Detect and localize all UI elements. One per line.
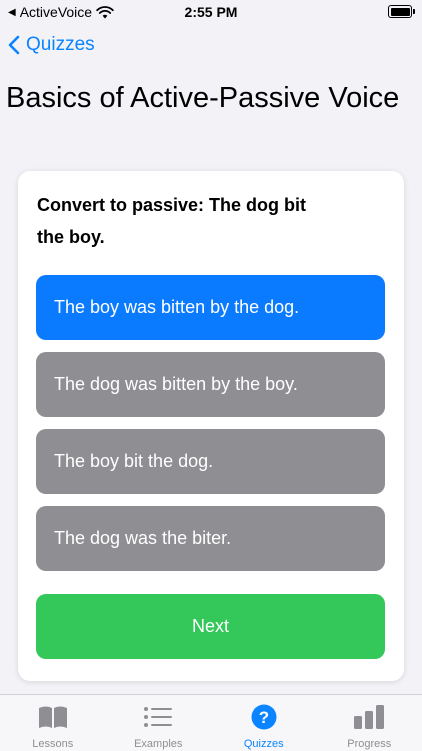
chevron-left-icon <box>8 35 20 55</box>
answer-option-label: The boy bit the dog. <box>54 451 213 472</box>
status-time: 2:55 PM <box>0 4 422 20</box>
question-circle-icon: ? <box>251 704 277 730</box>
next-button[interactable]: Next <box>36 594 385 659</box>
tab-examples[interactable]: Examples <box>106 695 212 751</box>
tab-label: Quizzes <box>244 738 284 750</box>
tab-lessons[interactable]: Lessons <box>0 695 106 751</box>
back-label: Quizzes <box>26 34 95 56</box>
answer-option-label: The dog was bitten by the boy. <box>54 374 298 395</box>
svg-text:?: ? <box>259 708 269 727</box>
tab-label: Examples <box>134 738 182 750</box>
status-bar: ◀ ActiveVoice 2:55 PM <box>0 0 422 24</box>
tab-quizzes[interactable]: ? Quizzes <box>211 695 317 751</box>
list-icon <box>143 706 173 728</box>
answer-option-label: The dog was the biter. <box>54 528 231 549</box>
tab-label: Progress <box>347 738 391 750</box>
answer-option-1[interactable]: The boy was bitten by the dog. <box>36 275 385 340</box>
page-title: Basics of Active-Passive Voice <box>6 82 399 115</box>
answer-option-label: The boy was bitten by the dog. <box>54 297 299 318</box>
back-button[interactable]: Quizzes <box>8 34 95 56</box>
tab-label: Lessons <box>32 738 73 750</box>
next-button-label: Next <box>192 616 229 637</box>
battery-icon <box>388 5 412 18</box>
book-icon <box>37 705 69 729</box>
answer-option-2[interactable]: The dog was bitten by the boy. <box>36 352 385 417</box>
answer-option-4[interactable]: The dog was the biter. <box>36 506 385 571</box>
question-text: Convert to passive: The dog bit the boy. <box>37 189 337 253</box>
answer-option-3[interactable]: The boy bit the dog. <box>36 429 385 494</box>
bar-chart-icon <box>353 705 385 729</box>
quiz-card: Convert to passive: The dog bit the boy.… <box>18 171 404 681</box>
tab-bar: Lessons Examples ? Quizzes <box>0 694 422 751</box>
tab-progress[interactable]: Progress <box>317 695 422 751</box>
